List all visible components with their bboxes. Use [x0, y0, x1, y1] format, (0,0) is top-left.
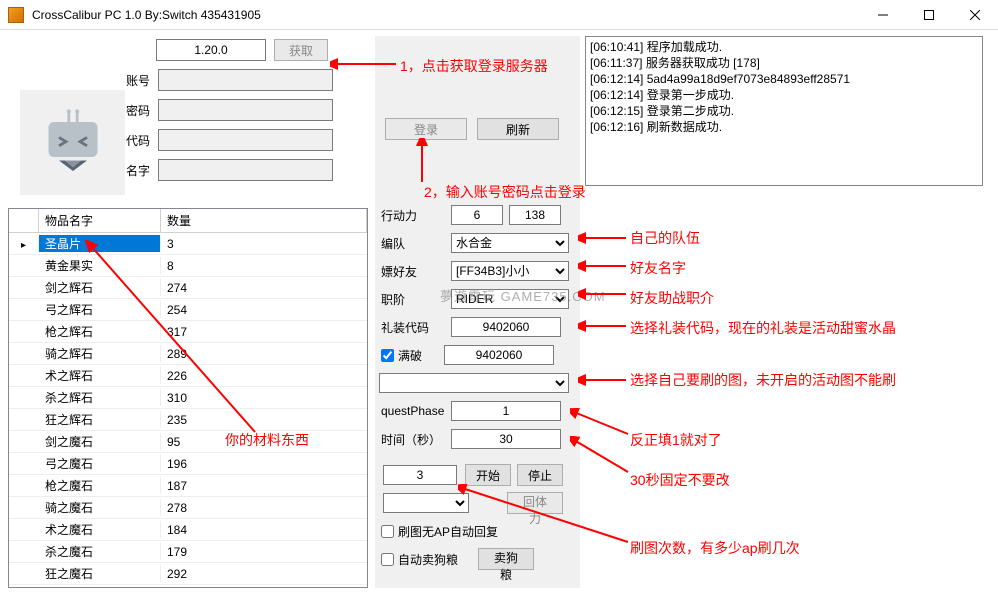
team-select[interactable]: 水合金	[451, 233, 569, 253]
table-row[interactable]: 术之辉石226	[9, 365, 367, 387]
account-label: 账号	[118, 72, 158, 89]
auto-ap-label: 刷图无AP自动回复	[398, 523, 498, 540]
grid-col-rowheader	[9, 209, 39, 232]
phase-input[interactable]	[451, 401, 561, 421]
account-input[interactable]	[158, 69, 333, 91]
name-label: 名字	[118, 162, 158, 179]
action-current[interactable]	[451, 205, 503, 225]
annotation-b1: 自己的队伍	[630, 228, 700, 248]
window-title: CrossCalibur PC 1.0 By:Switch 435431905	[32, 8, 860, 22]
table-row[interactable]: 弓之辉石254	[9, 299, 367, 321]
table-row[interactable]: 黄金果实8	[9, 255, 367, 277]
action-max[interactable]	[509, 205, 561, 225]
table-row[interactable]: 枪之魔石187	[9, 475, 367, 497]
auto-sell-checkbox[interactable]	[381, 553, 394, 566]
class-select[interactable]: RIDER	[451, 289, 569, 309]
log-line: [06:11:37] 服务器获取成功 [178]	[590, 55, 978, 71]
auto-ap-checkbox[interactable]	[381, 525, 394, 538]
mlb-input[interactable]	[444, 345, 554, 365]
annotation-b3: 好友助战职介	[630, 288, 714, 308]
log-line: [06:12:14] 登录第一步成功.	[590, 87, 978, 103]
log-line: [06:12:14] 5ad4a99a18d9ef7073e84893eff28…	[590, 71, 978, 87]
team-label: 编队	[379, 235, 451, 252]
log-line: [06:12:16] 刷新数据成功.	[590, 119, 978, 135]
time-label: 时间（秒）	[379, 431, 451, 448]
refresh-button[interactable]: 刷新	[477, 118, 559, 140]
app-icon	[8, 7, 24, 23]
table-row[interactable]: 骑之辉石289	[9, 343, 367, 365]
table-row[interactable]: 圣晶片3	[9, 233, 367, 255]
stop-button[interactable]: 停止	[517, 464, 563, 486]
minimize-button[interactable]	[860, 0, 906, 30]
table-row[interactable]: 弓之魔石196	[9, 453, 367, 475]
table-row[interactable]: 杀之辉石310	[9, 387, 367, 409]
table-row[interactable]: 杀之魔石179	[9, 541, 367, 563]
recover-select[interactable]	[383, 493, 469, 513]
maximize-button[interactable]	[906, 0, 952, 30]
action-label: 行动力	[379, 207, 451, 224]
annotation-b2: 好友名字	[630, 258, 686, 278]
annotation-b4: 选择礼装代码，现在的礼装是活动甜蜜水晶	[630, 318, 970, 338]
item-grid[interactable]: 物品名字 数量 圣晶片3黄金果实8剑之辉石274弓之辉石254枪之辉石317骑之…	[8, 208, 368, 588]
mlb-checkbox[interactable]	[381, 349, 394, 362]
table-row[interactable]: 术之魔石184	[9, 519, 367, 541]
recover-button[interactable]: 回体力	[507, 492, 563, 514]
phase-label: questPhase	[379, 404, 451, 418]
version-input[interactable]	[156, 39, 266, 61]
count-input[interactable]	[383, 465, 457, 485]
table-row[interactable]: 枪之辉石317	[9, 321, 367, 343]
sell-button[interactable]: 卖狗粮	[478, 548, 534, 570]
control-panel: 登录 刷新 行动力 编队 水合金 嫖好友 [FF34B3]小小 职阶 RIDER…	[375, 36, 580, 588]
annotation-b7: 30秒固定不要改	[630, 470, 730, 490]
code-input[interactable]	[158, 129, 333, 151]
log-panel[interactable]: [06:10:41] 程序加载成功.[06:11:37] 服务器获取成功 [17…	[585, 36, 983, 186]
annotation-b5: 选择自己要刷的图，未开启的活动图不能刷	[630, 370, 970, 390]
password-input[interactable]	[158, 99, 333, 121]
ce-label: 礼装代码	[379, 319, 451, 336]
login-panel: 获取 账号 密码 代码 名字	[8, 36, 378, 186]
table-row[interactable]: 狂之魔石292	[9, 563, 367, 585]
auto-sell-label: 自动卖狗粮	[398, 551, 458, 568]
titlebar: CrossCalibur PC 1.0 By:Switch 435431905	[0, 0, 998, 30]
ce-input[interactable]	[451, 317, 561, 337]
login-button[interactable]: 登录	[385, 118, 467, 140]
annotation-b8: 刷图次数，有多少ap刷几次	[630, 538, 800, 558]
grid-col-name[interactable]: 物品名字	[39, 209, 161, 232]
name-input[interactable]	[158, 159, 333, 181]
table-row[interactable]: 狂之辉石235	[9, 409, 367, 431]
log-line: [06:10:41] 程序加载成功.	[590, 39, 978, 55]
grid-col-qty[interactable]: 数量	[161, 209, 367, 232]
quest-select[interactable]	[379, 373, 569, 393]
class-label: 职阶	[379, 291, 451, 308]
mlb-label: 满破	[398, 347, 444, 364]
password-label: 密码	[118, 102, 158, 119]
friend-select[interactable]: [FF34B3]小小	[451, 261, 569, 281]
close-button[interactable]	[952, 0, 998, 30]
annotation-b6: 反正填1就对了	[630, 430, 722, 450]
table-row[interactable]: 骑之魔石278	[9, 497, 367, 519]
table-row[interactable]: 剑之魔石95	[9, 431, 367, 453]
friend-label: 嫖好友	[379, 263, 451, 280]
time-input[interactable]	[451, 429, 561, 449]
fetch-button[interactable]: 获取	[274, 39, 328, 61]
start-button[interactable]: 开始	[465, 464, 511, 486]
table-row[interactable]: 剑之辉石274	[9, 277, 367, 299]
log-line: [06:12:15] 登录第二步成功.	[590, 103, 978, 119]
code-label: 代码	[118, 132, 158, 149]
